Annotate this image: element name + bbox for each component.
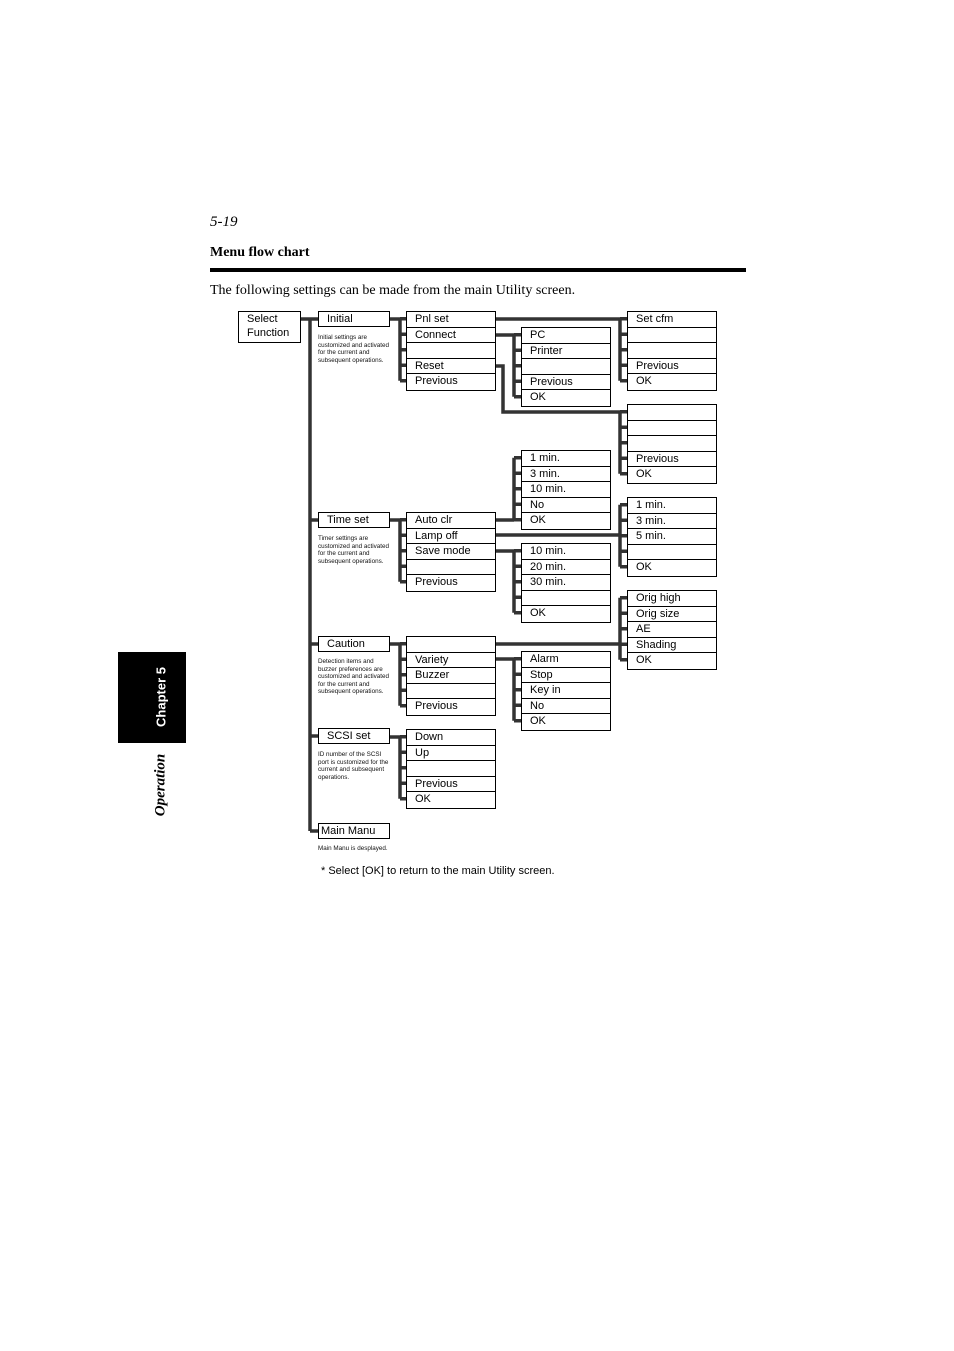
- options-caution-detection: Orig high Orig size AE Shading OK: [627, 590, 717, 670]
- option-item: 3 min.: [628, 514, 716, 529]
- options-auto-clr: 1 min. 3 min. 10 min. No OK: [521, 450, 611, 530]
- menu-item: [407, 637, 495, 653]
- menu-item: Pnl set: [407, 312, 495, 328]
- option-item: 5 min.: [628, 529, 716, 545]
- option-item: [628, 436, 716, 452]
- option-item: 10 min.: [522, 482, 610, 498]
- menu-item: Connect: [407, 328, 495, 343]
- option-item: AE: [628, 622, 716, 638]
- options-reset: Previous OK: [627, 404, 717, 484]
- option-item: Key in: [522, 683, 610, 699]
- option-item: 3 min.: [522, 467, 610, 482]
- function-time-set: Time set: [318, 512, 390, 528]
- menu-item: Save mode: [407, 544, 495, 560]
- submenu-scsi-set: Down Up Previous OK: [406, 729, 496, 809]
- function-time-set-description: Timer settings are customized and activa…: [318, 535, 390, 565]
- option-item: [628, 421, 716, 436]
- option-item: Shading: [628, 638, 716, 653]
- option-item: Stop: [522, 668, 610, 683]
- select-function-line2: Function: [247, 327, 290, 339]
- menu-item: [407, 761, 495, 777]
- menu-item: Previous: [415, 375, 458, 387]
- options-variety: Alarm Stop Key in No OK: [521, 651, 611, 731]
- select-function-line1: Select: [247, 313, 278, 325]
- menu-item: Buzzer: [407, 668, 495, 684]
- option-item: [522, 359, 610, 375]
- menu-item: Up: [407, 746, 495, 761]
- option-item: Previous: [522, 375, 610, 390]
- option-item: 30 min.: [522, 575, 610, 591]
- menu-item: [407, 560, 495, 575]
- option-item: OK: [636, 654, 652, 666]
- option-item: Orig size: [628, 607, 716, 622]
- option-item: Orig high: [628, 591, 716, 607]
- option-item: 10 min.: [522, 544, 610, 560]
- menu-item: Auto clr: [407, 513, 495, 529]
- submenu-caution: Variety Buzzer Previous: [406, 636, 496, 716]
- footnote: * Select [OK] to return to the main Util…: [321, 865, 555, 877]
- menu-item: Down: [407, 730, 495, 746]
- menu-item: Reset: [407, 359, 495, 374]
- option-item: PC: [522, 328, 610, 344]
- option-item: [628, 328, 716, 343]
- option-item: Printer: [522, 344, 610, 359]
- option-item: [522, 591, 610, 606]
- option-item: Set cfm: [628, 312, 716, 328]
- options-connect: PC Printer Previous OK: [521, 327, 611, 407]
- option-item: Previous: [628, 359, 716, 374]
- submenu-time-set: Auto clr Lamp off Save mode Previous: [406, 512, 496, 592]
- option-item: [628, 405, 716, 421]
- menu-item: Variety: [407, 653, 495, 668]
- option-item: No: [522, 498, 610, 513]
- option-item: 20 min.: [522, 560, 610, 575]
- function-initial-description: Initial settings are customized and acti…: [318, 334, 390, 364]
- option-item: OK: [636, 375, 652, 387]
- submenu-initial: Pnl set Connect Reset Previous: [406, 311, 496, 391]
- options-pnl-set: Set cfm Previous OK: [627, 311, 717, 391]
- menu-item: [407, 684, 495, 699]
- menu-item: Lamp off: [407, 529, 495, 544]
- option-item: 1 min.: [628, 498, 716, 514]
- option-item: OK: [530, 514, 546, 526]
- function-caution: Caution: [318, 636, 390, 652]
- function-initial: Initial: [318, 311, 390, 327]
- option-item: OK: [530, 391, 546, 403]
- option-item: OK: [636, 561, 652, 573]
- option-item: OK: [636, 468, 652, 480]
- menu-item: OK: [415, 793, 431, 805]
- options-save-mode: 10 min. 20 min. 30 min. OK: [521, 543, 611, 623]
- option-item: Alarm: [522, 652, 610, 668]
- option-item: [628, 343, 716, 359]
- menu-item: Previous: [407, 777, 495, 792]
- function-main-manu: Main Manu: [318, 823, 390, 839]
- function-caution-description: Detection items and buzzer preferences a…: [318, 658, 390, 696]
- options-lamp-off: 1 min. 3 min. 5 min. OK: [627, 497, 717, 577]
- menu-item: Previous: [415, 700, 458, 712]
- option-item: No: [522, 699, 610, 714]
- menu-item: Previous: [415, 576, 458, 588]
- menu-item: [407, 343, 495, 359]
- option-item: [628, 545, 716, 560]
- function-scsi-set: SCSI set: [318, 728, 390, 744]
- option-item: 1 min.: [522, 451, 610, 467]
- option-item: OK: [530, 607, 546, 619]
- function-scsi-set-description: ID number of the SCSI port is customized…: [318, 751, 389, 781]
- option-item: Previous: [628, 452, 716, 467]
- function-main-manu-description: Main Manu is desplayed.: [318, 845, 388, 852]
- option-item: OK: [530, 715, 546, 727]
- select-function-box: Select Function: [238, 311, 301, 343]
